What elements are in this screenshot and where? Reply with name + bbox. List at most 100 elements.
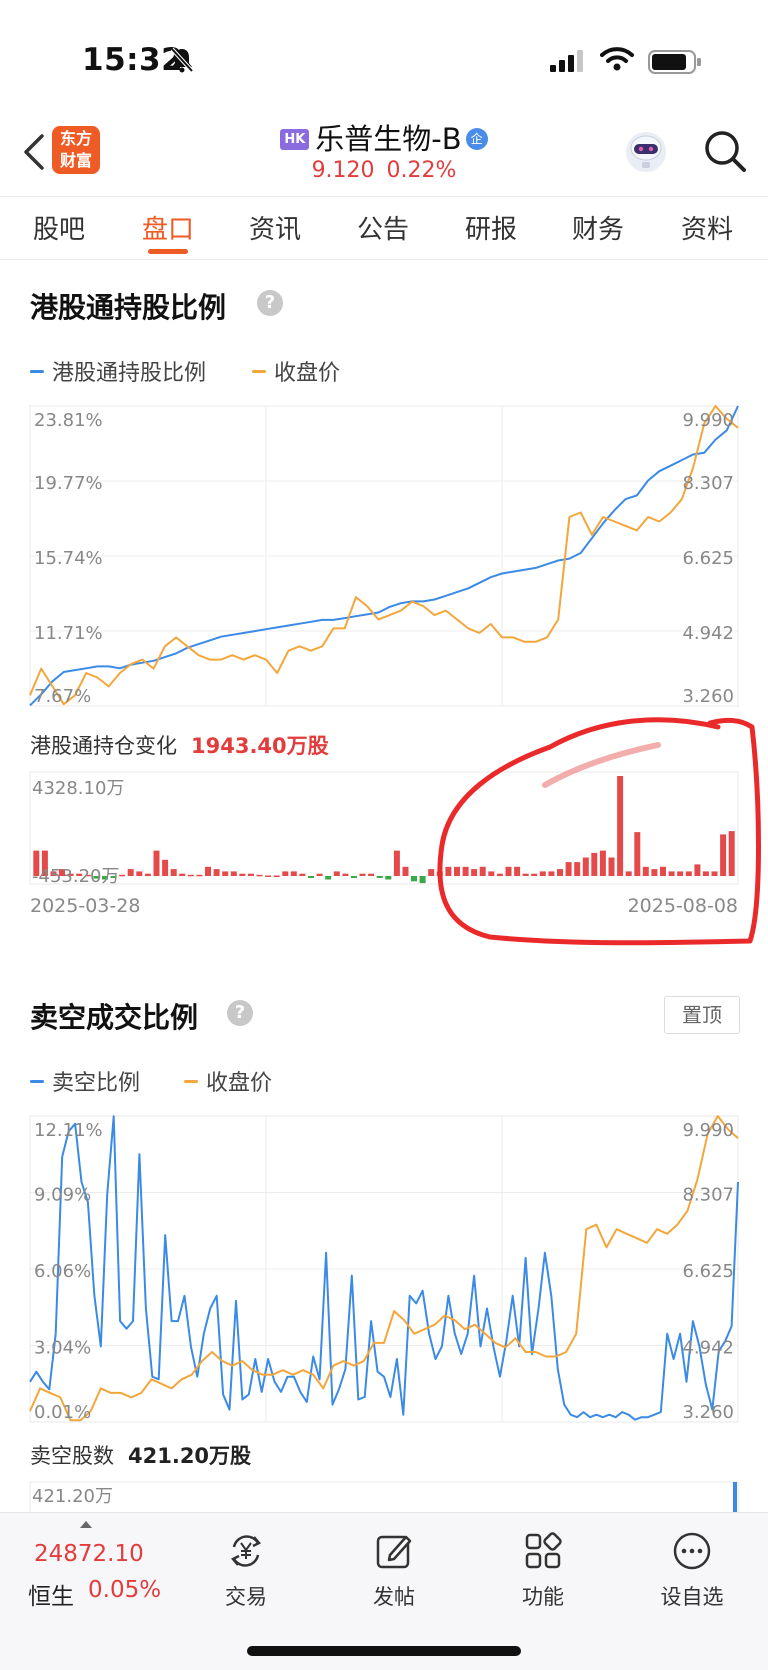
bar-max-label: 421.20万 xyxy=(32,1486,113,1507)
date-start-label: 2025-03-28 xyxy=(30,895,140,917)
bar xyxy=(153,850,160,876)
hk-connect-change-value: 1943.40万股 xyxy=(191,734,329,758)
hk-connect-ratio-chart[interactable]: 23.81% 19.77% 15.74% 11.71% 7.67% 9.990 8.307 6… xyxy=(0,400,768,710)
tab-finance[interactable]: 财务 xyxy=(558,209,638,246)
legend-blue-swatch xyxy=(30,1080,44,1083)
legend-blue-swatch xyxy=(30,370,44,373)
ai-assistant-robot-icon[interactable] xyxy=(622,126,670,174)
bar xyxy=(213,869,220,876)
bar xyxy=(127,869,134,876)
legend-orange-swatch xyxy=(184,1080,198,1083)
y-axis-right-tick: 9.990 xyxy=(682,410,734,431)
legend-close-price[interactable]: 收盘价 xyxy=(252,355,340,387)
tab-guba[interactable]: 股吧 xyxy=(19,209,99,246)
hang-seng-index-pct[interactable]: 0.05% xyxy=(88,1577,161,1603)
nav-trade[interactable]: 交易 xyxy=(196,1523,296,1611)
y-axis-right-tick: 3.260 xyxy=(682,1402,734,1423)
tab-profile[interactable]: 资料 xyxy=(667,209,747,246)
bar xyxy=(333,871,340,876)
short-selling-ratio-chart[interactable]: 12.11% 9.09% 6.06% 3.04% 0.01% 9.990 8.307 6.62… xyxy=(0,1110,768,1430)
wifi-icon xyxy=(600,47,634,71)
y-axis-left-tick: 12.11% xyxy=(34,1120,103,1141)
y-axis-left-tick: 11.71% xyxy=(34,623,103,644)
battery-icon xyxy=(648,50,701,74)
nav-trade-label: 交易 xyxy=(225,1585,267,1609)
legend-orange-swatch xyxy=(252,370,266,373)
legend-short-ratio[interactable]: 卖空比例 xyxy=(30,1065,140,1097)
bar xyxy=(316,873,323,876)
bar xyxy=(376,876,383,878)
pin-to-top-button[interactable]: 置顶 xyxy=(664,996,740,1034)
hang-seng-index-name[interactable]: 恒生 xyxy=(28,1577,74,1611)
hang-seng-index-value[interactable]: 24872.10 xyxy=(34,1541,144,1567)
stock-change-pct: 0.22% xyxy=(386,158,457,183)
status-time: 15:32 xyxy=(82,42,184,78)
short-shares-value: 421.20万股 xyxy=(128,1444,252,1468)
legend-label: 港股通持股比例 xyxy=(52,361,207,386)
bar xyxy=(187,874,194,877)
tab-announcements[interactable]: 公告 xyxy=(343,209,423,246)
stock-header: 东方 财富 HK 乐普生物-B 企 9.120 0.22% xyxy=(0,112,768,196)
legend-close-price[interactable]: 收盘价 xyxy=(184,1065,272,1097)
y-axis-right-tick: 8.307 xyxy=(682,1185,734,1206)
bar xyxy=(230,871,237,876)
y-axis-left-tick: 19.77% xyxy=(34,473,103,494)
legend-label: 卖空比例 xyxy=(52,1071,141,1096)
help-icon[interactable]: ? xyxy=(227,1000,253,1026)
stock-name: 乐普生物-B xyxy=(315,122,462,156)
enterprise-badge-icon: 企 xyxy=(465,128,488,150)
red-circle-annotation xyxy=(437,717,761,946)
tab-news[interactable]: 资讯 xyxy=(235,209,315,246)
tab-pankou[interactable]: 盘口 xyxy=(128,209,208,246)
bar xyxy=(239,873,246,876)
bar xyxy=(308,876,314,878)
bar-min-label: -453.20万 xyxy=(32,866,119,887)
y-axis-right-tick: 3.260 xyxy=(682,686,734,707)
y-axis-left-tick: 3.04% xyxy=(34,1338,91,1359)
bar xyxy=(325,876,332,880)
more-dots-icon xyxy=(673,1532,711,1570)
status-bar: 15:32 xyxy=(0,0,768,120)
grid-apps-icon xyxy=(525,1532,562,1569)
tab-bar: 股吧 盘口 资讯 公告 研报 财务 资料 xyxy=(0,196,768,260)
nav-functions-label: 功能 xyxy=(522,1585,564,1609)
bar xyxy=(205,866,211,876)
bar-max-label: 4328.10万 xyxy=(32,778,124,799)
bar xyxy=(299,873,306,876)
nav-add-watchlist[interactable]: 设自选 xyxy=(642,1523,742,1611)
bar xyxy=(136,871,143,876)
y-axis-left-tick: 15.74% xyxy=(34,548,103,569)
home-indicator xyxy=(247,1646,521,1656)
caret-up-icon[interactable] xyxy=(80,1521,92,1528)
y-axis-left-tick: 9.09% xyxy=(34,1185,91,1206)
y-axis-right-tick: 6.625 xyxy=(682,548,734,569)
bar xyxy=(385,876,392,880)
hk-connect-change-label: 港股通持仓变化 xyxy=(30,734,177,758)
nav-post-label: 发帖 xyxy=(373,1585,415,1609)
plot-frame xyxy=(29,1481,739,1512)
tab-research[interactable]: 研报 xyxy=(451,209,531,246)
nav-functions[interactable]: 功能 xyxy=(493,1523,593,1611)
section-title-short-selling: 卖空成交比例 xyxy=(30,1001,199,1034)
bar xyxy=(144,873,151,876)
legend-hk-connect-ratio[interactable]: 港股通持股比例 xyxy=(30,355,206,387)
series-line-close-price xyxy=(29,405,739,706)
bar xyxy=(282,871,289,876)
bar xyxy=(342,873,349,876)
bell-muted-icon xyxy=(170,47,194,73)
nav-post[interactable]: 发帖 xyxy=(344,1523,444,1611)
bar xyxy=(393,850,400,876)
section-title-hk-connect: 港股通持股比例 xyxy=(30,291,227,324)
bar xyxy=(411,876,417,882)
search-icon[interactable] xyxy=(702,128,748,174)
bar xyxy=(162,859,169,876)
bar xyxy=(119,874,126,877)
bar xyxy=(273,875,280,877)
yuan-exchange-icon xyxy=(231,1535,261,1567)
hk-connect-change-row: 港股通持仓变化 1943.40万股 xyxy=(30,730,329,760)
y-axis-left-tick: 0.01% xyxy=(34,1402,91,1423)
bar xyxy=(179,873,186,876)
short-shares-label: 卖空股数 xyxy=(30,1444,114,1468)
short-shares-bar-chart[interactable]: 421.20万 xyxy=(0,1478,768,1512)
help-icon[interactable]: ? xyxy=(257,290,283,316)
